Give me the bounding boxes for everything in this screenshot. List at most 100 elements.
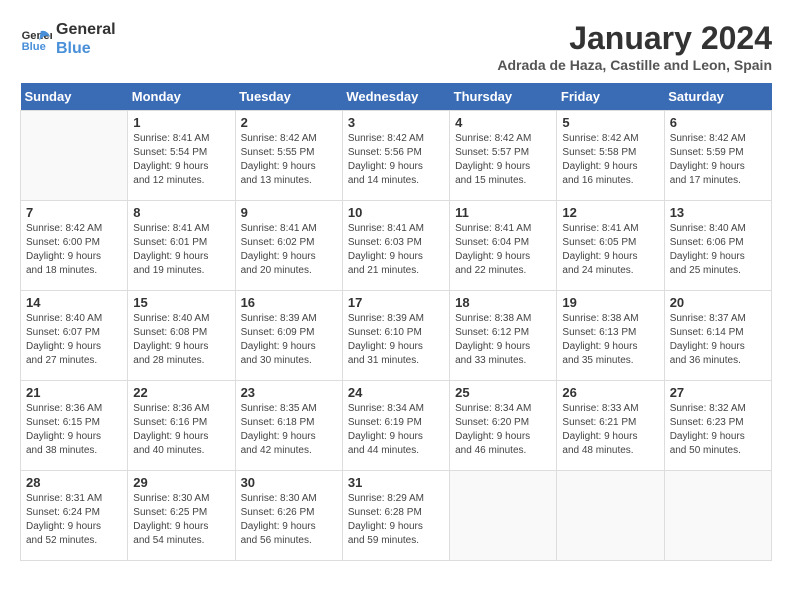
calendar-cell: 16 Sunrise: 8:39 AM Sunset: 6:09 PM Dayli… [235,291,342,381]
day-number: 9 [241,205,337,220]
day-info: Sunrise: 8:30 AM Sunset: 6:25 PM Dayligh… [133,492,229,548]
calendar-cell: 14 Sunrise: 8:40 AM Sunset: 6:07 PM Dayli… [21,291,128,381]
day-info: Sunrise: 8:40 AM Sunset: 6:06 PM Dayligh… [670,222,766,278]
day-info: Sunrise: 8:38 AM Sunset: 6:12 PM Dayligh… [455,312,551,368]
day-number: 23 [241,385,337,400]
day-info: Sunrise: 8:41 AM Sunset: 6:02 PM Dayligh… [241,222,337,278]
logo-general: General [56,20,116,39]
day-info: Sunrise: 8:36 AM Sunset: 6:16 PM Dayligh… [133,402,229,458]
day-info: Sunrise: 8:39 AM Sunset: 6:09 PM Dayligh… [241,312,337,368]
day-number: 26 [562,385,658,400]
svg-text:Blue: Blue [22,41,46,53]
calendar-cell: 21 Sunrise: 8:36 AM Sunset: 6:15 PM Dayli… [21,381,128,471]
day-info: Sunrise: 8:36 AM Sunset: 6:15 PM Dayligh… [26,402,122,458]
calendar-cell: 26 Sunrise: 8:33 AM Sunset: 6:21 PM Dayli… [557,381,664,471]
day-number: 29 [133,475,229,490]
calendar-cell: 10Sunrise: 8:41 AM Sunset: 6:03 PM Dayli… [342,201,449,291]
calendar-cell: 30 Sunrise: 8:30 AM Sunset: 6:26 PM Dayli… [235,471,342,561]
day-info: Sunrise: 8:34 AM Sunset: 6:19 PM Dayligh… [348,402,444,458]
day-number: 22 [133,385,229,400]
calendar-cell: 15 Sunrise: 8:40 AM Sunset: 6:08 PM Dayli… [128,291,235,381]
day-number: 2 [241,115,337,130]
day-info: Sunrise: 8:41 AM Sunset: 6:01 PM Dayligh… [133,222,229,278]
day-number: 12 [562,205,658,220]
day-number: 8 [133,205,229,220]
calendar-cell: 13Sunrise: 8:40 AM Sunset: 6:06 PM Dayli… [664,201,771,291]
day-info: Sunrise: 8:30 AM Sunset: 6:26 PM Dayligh… [241,492,337,548]
day-info: Sunrise: 8:31 AM Sunset: 6:24 PM Dayligh… [26,492,122,548]
logo-icon: General Blue [20,23,52,55]
day-number: 24 [348,385,444,400]
day-header-saturday: Saturday [664,83,771,111]
day-header-wednesday: Wednesday [342,83,449,111]
calendar-cell: 6Sunrise: 8:42 AM Sunset: 5:59 PM Daylig… [664,111,771,201]
calendar-cell [450,471,557,561]
day-header-thursday: Thursday [450,83,557,111]
day-header-tuesday: Tuesday [235,83,342,111]
calendar-cell: 9 Sunrise: 8:41 AM Sunset: 6:02 PM Daylig… [235,201,342,291]
day-number: 27 [670,385,766,400]
day-number: 21 [26,385,122,400]
day-number: 5 [562,115,658,130]
day-number: 19 [562,295,658,310]
day-number: 20 [670,295,766,310]
day-number: 30 [241,475,337,490]
calendar-cell: 5 Sunrise: 8:42 AM Sunset: 5:58 PM Daylig… [557,111,664,201]
day-header-sunday: Sunday [21,83,128,111]
day-info: Sunrise: 8:33 AM Sunset: 6:21 PM Dayligh… [562,402,658,458]
day-number: 15 [133,295,229,310]
day-info: Sunrise: 8:42 AM Sunset: 5:55 PM Dayligh… [241,132,337,188]
day-info: Sunrise: 8:37 AM Sunset: 6:14 PM Dayligh… [670,312,766,368]
calendar-cell [21,111,128,201]
title-block: January 2024 Adrada de Haza, Castille an… [497,20,772,73]
calendar-cell: 20 Sunrise: 8:37 AM Sunset: 6:14 PM Dayli… [664,291,771,381]
logo: General Blue General Blue [20,20,116,58]
calendar-table: SundayMondayTuesdayWednesdayThursdayFrid… [20,83,772,561]
day-number: 4 [455,115,551,130]
day-info: Sunrise: 8:42 AM Sunset: 5:59 PM Dayligh… [670,132,766,188]
day-header-monday: Monday [128,83,235,111]
day-info: Sunrise: 8:40 AM Sunset: 6:07 PM Dayligh… [26,312,122,368]
calendar-cell: 11Sunrise: 8:41 AM Sunset: 6:04 PM Dayli… [450,201,557,291]
day-number: 11 [455,205,551,220]
page-header: General Blue General Blue January 2024 A… [20,20,772,73]
calendar-cell: 23 Sunrise: 8:35 AM Sunset: 6:18 PM Dayli… [235,381,342,471]
day-info: Sunrise: 8:41 AM Sunset: 6:05 PM Dayligh… [562,222,658,278]
day-number: 17 [348,295,444,310]
calendar-cell: 17 Sunrise: 8:39 AM Sunset: 6:10 PM Dayli… [342,291,449,381]
calendar-week-5: 28Sunrise: 8:31 AM Sunset: 6:24 PM Dayli… [21,471,772,561]
day-info: Sunrise: 8:42 AM Sunset: 5:57 PM Dayligh… [455,132,551,188]
month-title: January 2024 [497,20,772,57]
calendar-cell: 18Sunrise: 8:38 AM Sunset: 6:12 PM Dayli… [450,291,557,381]
calendar-cell: 1Sunrise: 8:41 AM Sunset: 5:54 PM Daylig… [128,111,235,201]
calendar-cell: 24 Sunrise: 8:34 AM Sunset: 6:19 PM Dayli… [342,381,449,471]
calendar-week-2: 7 Sunrise: 8:42 AM Sunset: 6:00 PM Daylig… [21,201,772,291]
calendar-week-1: 1Sunrise: 8:41 AM Sunset: 5:54 PM Daylig… [21,111,772,201]
calendar-cell: 22 Sunrise: 8:36 AM Sunset: 6:16 PM Dayli… [128,381,235,471]
day-info: Sunrise: 8:39 AM Sunset: 6:10 PM Dayligh… [348,312,444,368]
day-number: 1 [133,115,229,130]
day-info: Sunrise: 8:42 AM Sunset: 5:58 PM Dayligh… [562,132,658,188]
calendar-week-4: 21 Sunrise: 8:36 AM Sunset: 6:15 PM Dayli… [21,381,772,471]
day-number: 7 [26,205,122,220]
calendar-week-3: 14 Sunrise: 8:40 AM Sunset: 6:07 PM Dayli… [21,291,772,381]
calendar-header-row: SundayMondayTuesdayWednesdayThursdayFrid… [21,83,772,111]
logo-blue: Blue [56,39,116,58]
day-header-friday: Friday [557,83,664,111]
day-info: Sunrise: 8:32 AM Sunset: 6:23 PM Dayligh… [670,402,766,458]
calendar-cell [664,471,771,561]
day-number: 16 [241,295,337,310]
day-info: Sunrise: 8:40 AM Sunset: 6:08 PM Dayligh… [133,312,229,368]
day-info: Sunrise: 8:42 AM Sunset: 6:00 PM Dayligh… [26,222,122,278]
calendar-cell: 27 Sunrise: 8:32 AM Sunset: 6:23 PM Dayli… [664,381,771,471]
day-number: 10 [348,205,444,220]
day-info: Sunrise: 8:29 AM Sunset: 6:28 PM Dayligh… [348,492,444,548]
calendar-cell: 25Sunrise: 8:34 AM Sunset: 6:20 PM Dayli… [450,381,557,471]
calendar-cell: 2 Sunrise: 8:42 AM Sunset: 5:55 PM Daylig… [235,111,342,201]
day-info: Sunrise: 8:42 AM Sunset: 5:56 PM Dayligh… [348,132,444,188]
day-number: 14 [26,295,122,310]
day-info: Sunrise: 8:35 AM Sunset: 6:18 PM Dayligh… [241,402,337,458]
calendar-cell: 4 Sunrise: 8:42 AM Sunset: 5:57 PM Daylig… [450,111,557,201]
day-number: 31 [348,475,444,490]
calendar-cell: 19Sunrise: 8:38 AM Sunset: 6:13 PM Dayli… [557,291,664,381]
